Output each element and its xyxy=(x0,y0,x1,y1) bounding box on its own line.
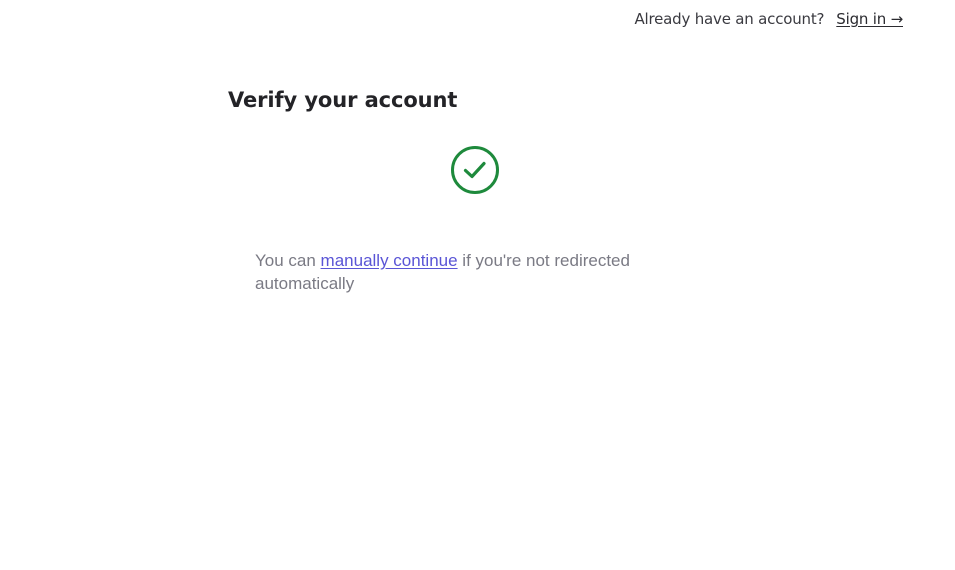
page-title: Verify your account xyxy=(228,88,458,112)
redirect-message: You can manually continue if you're not … xyxy=(255,249,645,295)
sign-in-link[interactable]: Sign in → xyxy=(836,10,903,28)
top-bar: Already have an account? Sign in → xyxy=(634,10,903,28)
manually-continue-link[interactable]: manually continue xyxy=(321,251,458,270)
check-circle-icon xyxy=(451,146,499,194)
message-prefix: You can xyxy=(255,251,321,270)
account-question: Already have an account? xyxy=(634,10,825,28)
